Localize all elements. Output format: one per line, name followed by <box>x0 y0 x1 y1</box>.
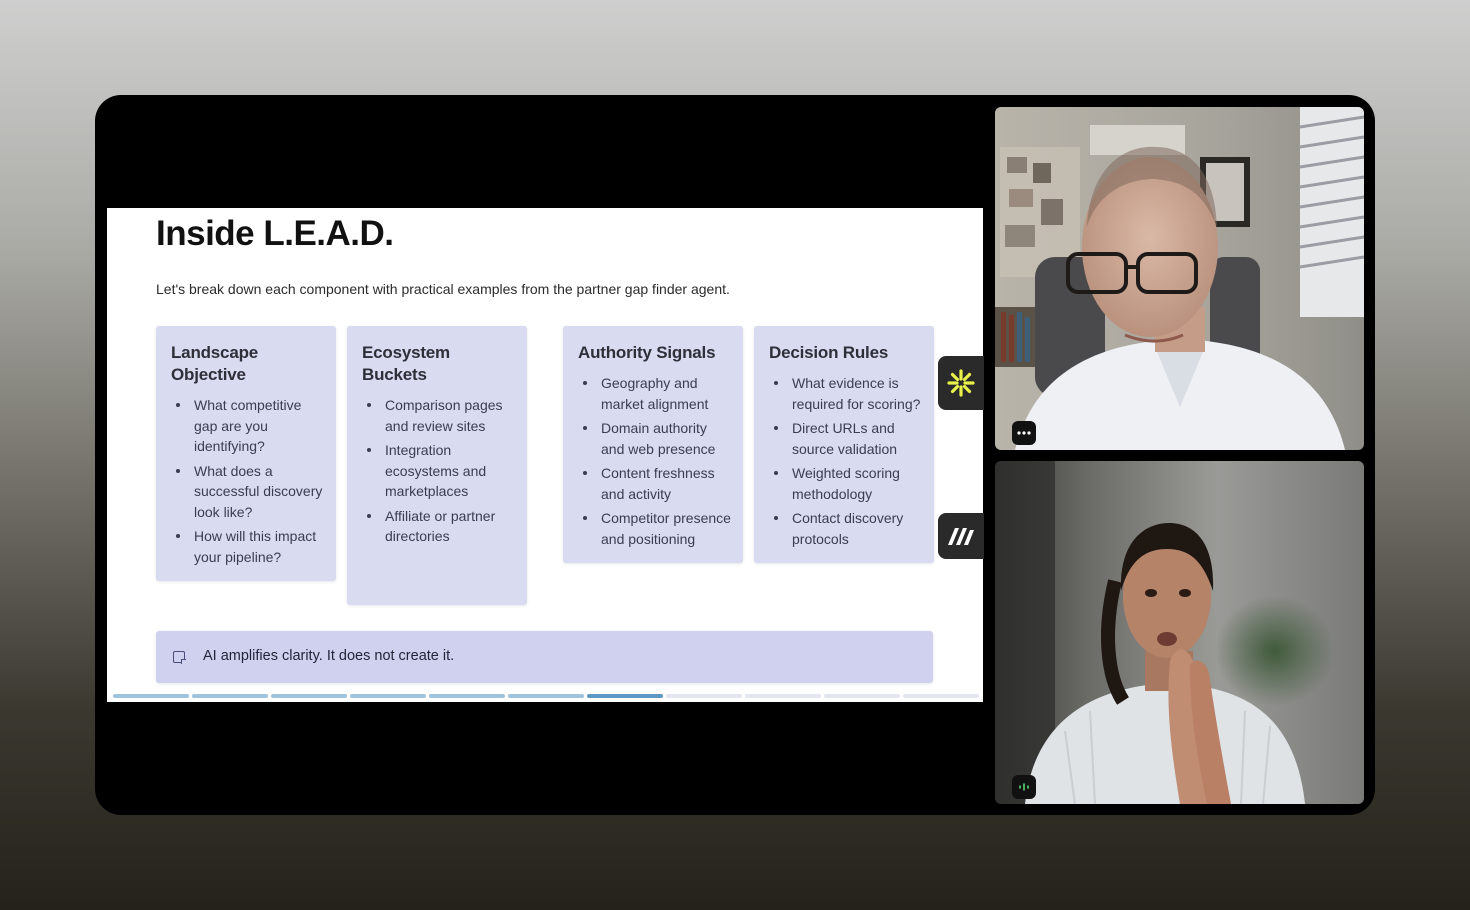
card-title: Authority Signals <box>578 343 716 362</box>
bullet-item: Geography and market alignment <box>583 373 733 414</box>
participant-options-button[interactable] <box>1012 421 1036 445</box>
progress-segment <box>192 694 268 698</box>
slide-progress-bar <box>113 694 979 698</box>
bullet-item: Content freshness and activity <box>583 463 733 504</box>
progress-segment <box>508 694 584 698</box>
yellow-sparkle-app-icon <box>947 369 975 397</box>
bullet-item: Affiliate or partner directories <box>367 506 517 547</box>
card-bullets: What evidence is required for scoring? D… <box>754 373 924 549</box>
shared-slide: Inside L.E.A.D. Let's break down each co… <box>107 208 983 702</box>
bullet-item: Contact discovery protocols <box>774 508 924 549</box>
progress-segment <box>587 694 663 698</box>
meeting-window: Inside L.E.A.D. Let's break down each co… <box>95 95 1375 815</box>
miro-app-icon <box>948 528 974 545</box>
progress-segment <box>903 694 979 698</box>
participant-video-woman <box>995 461 1364 804</box>
participant-video-tile[interactable] <box>995 107 1364 450</box>
bullet-item: Competitor presence and positioning <box>583 508 733 549</box>
bullet-item: Integration ecosystems and marketplaces <box>367 440 517 502</box>
card-authority-signals: Authority Signals Geography and market a… <box>563 326 743 563</box>
card-bullets: What competitive gap are you identifying… <box>156 395 326 567</box>
progress-segment <box>745 694 821 698</box>
participant-video-man <box>995 107 1364 450</box>
bullet-item: What does a successful discovery look li… <box>176 461 326 523</box>
callout-text: AI amplifies clarity. It does not create… <box>203 648 455 664</box>
callout-box: AI amplifies clarity. It does not create… <box>156 631 933 683</box>
progress-segment <box>113 694 189 698</box>
card-bullets: Comparison pages and review sites Integr… <box>347 395 517 547</box>
card-title: Landscape Objective <box>171 343 259 384</box>
card-landscape-objective: Landscape Objective What competitive gap… <box>156 326 336 581</box>
audio-level-icon <box>1019 783 1029 791</box>
card-bullets: Geography and market alignment Domain au… <box>563 373 733 549</box>
more-options-icon <box>1017 431 1031 435</box>
progress-segment <box>350 694 426 698</box>
progress-segment <box>824 694 900 698</box>
note-icon <box>173 651 186 664</box>
card-decision-rules: Decision Rules What evidence is required… <box>754 326 934 563</box>
progress-segment <box>271 694 347 698</box>
participant-audio-indicator <box>1012 775 1036 799</box>
bullet-item: How will this impact your pipeline? <box>176 526 326 567</box>
participant-video-tile[interactable] <box>995 461 1364 804</box>
slide-subtitle: Let's break down each component with pra… <box>156 281 730 297</box>
bullet-item: Comparison pages and review sites <box>367 395 517 436</box>
progress-segment <box>666 694 742 698</box>
card-title: Ecosystem Buckets <box>362 343 450 384</box>
bullet-item: Direct URLs and source validation <box>774 418 924 459</box>
bullet-item: What evidence is required for scoring? <box>774 373 924 414</box>
card-ecosystem-buckets: Ecosystem Buckets Comparison pages and r… <box>347 326 527 605</box>
card-title: Decision Rules <box>769 343 889 362</box>
progress-segment <box>429 694 505 698</box>
slide-title: Inside L.E.A.D. <box>156 214 394 253</box>
bullet-item: Domain authority and web presence <box>583 418 733 459</box>
sparkle-app-button[interactable] <box>938 356 984 410</box>
miro-app-button[interactable] <box>938 513 984 559</box>
bullet-item: Weighted scoring methodology <box>774 463 924 504</box>
bullet-item: What competitive gap are you identifying… <box>176 395 326 457</box>
